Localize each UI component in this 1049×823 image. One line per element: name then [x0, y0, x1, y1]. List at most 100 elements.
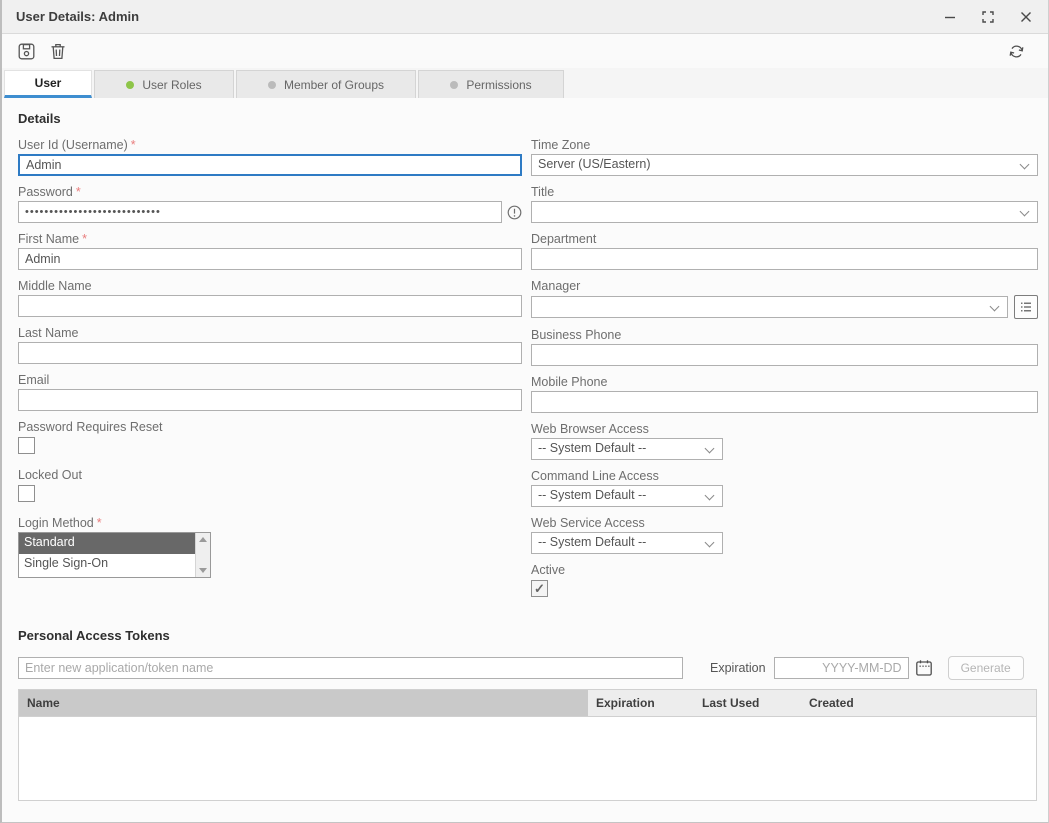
gray-status-dot-icon	[268, 81, 276, 89]
locked-out-group: Locked Out	[18, 468, 522, 502]
command-line-access-group: Command Line Access -- System Default --	[531, 469, 1038, 507]
password-alert-icon	[507, 205, 522, 220]
column-header-name[interactable]: Name	[19, 690, 588, 716]
manager-label: Manager	[531, 279, 1038, 295]
details-left-column: User Id (Username)* Password*	[18, 138, 522, 587]
tab-member-of-groups[interactable]: Member of Groups	[236, 70, 416, 98]
first-name-input[interactable]	[18, 248, 522, 270]
mobile-phone-field-group: Mobile Phone	[531, 375, 1038, 413]
department-input[interactable]	[531, 248, 1038, 270]
tokens-table: Name Expiration Last Used Created	[18, 689, 1037, 801]
tab-member-of-groups-label: Member of Groups	[284, 78, 384, 92]
middle-name-input[interactable]	[18, 295, 522, 317]
command-line-access-label: Command Line Access	[531, 469, 1038, 485]
scroll-up-icon[interactable]	[199, 537, 207, 542]
refresh-icon	[1008, 43, 1025, 60]
mobile-phone-input[interactable]	[531, 391, 1038, 413]
minimize-button[interactable]	[942, 9, 958, 25]
password-requires-reset-checkbox[interactable]	[18, 437, 35, 454]
minimize-icon	[944, 11, 956, 23]
toolbar	[2, 34, 1048, 68]
trash-icon	[50, 43, 66, 60]
refresh-button[interactable]	[1004, 39, 1028, 63]
department-field-group: Department	[531, 232, 1038, 270]
business-phone-input[interactable]	[531, 344, 1038, 366]
business-phone-field-group: Business Phone	[531, 328, 1038, 366]
last-name-input[interactable]	[18, 342, 522, 364]
window-title: User Details: Admin	[16, 9, 139, 24]
chevron-down-icon	[705, 491, 715, 501]
token-name-input[interactable]	[18, 657, 683, 679]
required-marker: *	[76, 185, 81, 199]
column-header-last-used[interactable]: Last Used	[694, 690, 801, 716]
web-browser-access-select[interactable]: -- System Default --	[531, 438, 723, 460]
login-method-group: Login Method* Standard Single Sign-On	[18, 516, 522, 578]
department-label: Department	[531, 232, 1038, 248]
login-method-label: Login Method	[18, 516, 94, 530]
token-create-row: Expiration Generate	[18, 656, 1037, 680]
tab-user[interactable]: User	[4, 70, 92, 98]
active-checkbox[interactable]: ✓	[531, 580, 548, 597]
maximize-button[interactable]	[980, 9, 996, 25]
chevron-down-icon	[990, 302, 1000, 312]
command-line-access-select[interactable]: -- System Default --	[531, 485, 723, 507]
chevron-down-icon	[1020, 160, 1030, 170]
listbox-scrollbar[interactable]	[195, 533, 210, 577]
title-field-group: Title	[531, 185, 1038, 223]
login-method-listbox[interactable]: Standard Single Sign-On	[18, 532, 211, 578]
tab-user-roles[interactable]: User Roles	[94, 70, 234, 98]
column-header-created[interactable]: Created	[801, 690, 1036, 716]
business-phone-label: Business Phone	[531, 328, 1038, 344]
column-header-expiration[interactable]: Expiration	[588, 690, 694, 716]
chevron-down-icon	[705, 444, 715, 454]
login-method-option-sso[interactable]: Single Sign-On	[19, 554, 195, 575]
chevron-down-icon	[1020, 207, 1030, 217]
web-service-access-value: -- System Default --	[538, 535, 646, 549]
user-tab-content: Details User Id (Username)* Password*	[2, 98, 1048, 822]
manager-field-group: Manager	[531, 279, 1038, 319]
delete-button[interactable]	[46, 39, 70, 63]
password-label: Password	[18, 185, 73, 199]
generate-button[interactable]: Generate	[948, 656, 1024, 680]
details-right-column: Time Zone Server (US/Eastern) Title Depa…	[531, 138, 1038, 611]
gray-status-dot-icon	[450, 81, 458, 89]
expiration-date-input[interactable]	[774, 657, 909, 679]
close-icon	[1020, 11, 1032, 23]
personal-access-tokens-section: Personal Access Tokens Expiration Genera…	[18, 628, 1037, 801]
manager-browse-button[interactable]	[1014, 295, 1038, 319]
web-service-access-label: Web Service Access	[531, 516, 1038, 532]
time-zone-value: Server (US/Eastern)	[538, 157, 651, 171]
green-status-dot-icon	[126, 81, 134, 89]
email-input[interactable]	[18, 389, 522, 411]
web-service-access-select[interactable]: -- System Default --	[531, 532, 723, 554]
locked-out-label: Locked Out	[18, 468, 522, 484]
scroll-down-icon[interactable]	[199, 568, 207, 573]
middle-name-label: Middle Name	[18, 279, 522, 295]
user-id-field-group: User Id (Username)*	[18, 138, 522, 176]
login-method-option-standard[interactable]: Standard	[19, 533, 195, 554]
save-button[interactable]	[14, 39, 38, 63]
first-name-label: First Name	[18, 232, 79, 246]
email-label: Email	[18, 373, 522, 389]
last-name-field-group: Last Name	[18, 326, 522, 364]
web-service-access-group: Web Service Access -- System Default --	[531, 516, 1038, 554]
tab-permissions[interactable]: Permissions	[418, 70, 564, 98]
active-label: Active	[531, 563, 1038, 579]
chevron-down-icon	[705, 538, 715, 548]
calendar-icon	[915, 659, 933, 677]
user-id-label: User Id (Username)	[18, 138, 128, 152]
middle-name-field-group: Middle Name	[18, 279, 522, 317]
first-name-field-group: First Name*	[18, 232, 522, 270]
tab-strip: User User Roles Member of Groups Permiss…	[2, 68, 1048, 98]
active-group: Active ✓	[531, 563, 1038, 597]
time-zone-select[interactable]: Server (US/Eastern)	[531, 154, 1038, 176]
user-id-input[interactable]	[18, 154, 522, 176]
title-bar: User Details: Admin	[2, 0, 1048, 34]
manager-select[interactable]	[531, 296, 1008, 318]
calendar-button[interactable]	[915, 659, 933, 677]
password-input[interactable]	[18, 201, 502, 223]
details-heading: Details	[18, 111, 61, 126]
locked-out-checkbox[interactable]	[18, 485, 35, 502]
title-select[interactable]	[531, 201, 1038, 223]
close-button[interactable]	[1018, 9, 1034, 25]
